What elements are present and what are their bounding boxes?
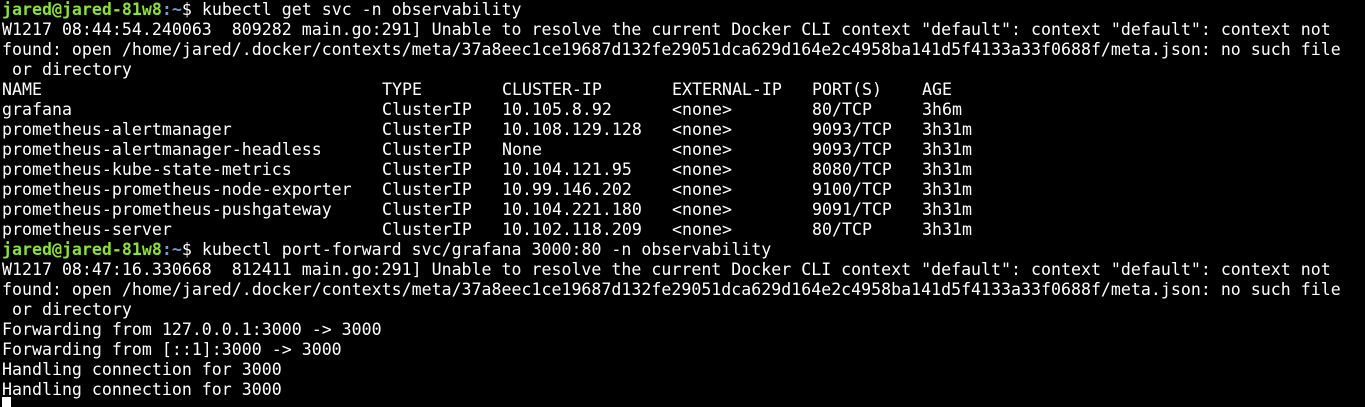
table-cell: 80/TCP xyxy=(812,220,872,239)
output-line: Handling connection for 3000 xyxy=(2,360,282,379)
table-cell: prometheus-alertmanager xyxy=(2,120,232,139)
table-cell: 10.108.129.128 xyxy=(502,120,642,139)
table-row: prometheus-kube-state-metrics ClusterIP 10… xyxy=(2,160,1365,180)
prompt-path: :~ xyxy=(161,240,182,259)
table-cell: 9093/TCP xyxy=(812,120,892,139)
table-cell: prometheus-kube-state-metrics xyxy=(2,160,292,179)
table-cell: 9100/TCP xyxy=(812,180,892,199)
output-line: Forwarding from 127.0.0.1:3000 -> 3000 xyxy=(2,320,382,339)
prompt-symbol: $ xyxy=(181,0,192,19)
table-cell: 3h31m xyxy=(922,160,972,179)
table-cell: prometheus-prometheus-node-exporter xyxy=(2,180,352,199)
prompt-user-host: jared@jared-81w8 xyxy=(2,240,162,259)
table-cell: ClusterIP xyxy=(382,120,472,139)
warning-line: W1217 08:47:16.330668 812411 main.go:291… xyxy=(2,260,1331,279)
table-cell: 3h31m xyxy=(922,120,972,139)
table-cell: <none> xyxy=(672,180,732,199)
table-cell: 10.99.146.202 xyxy=(502,180,632,199)
table-cell: 9091/TCP xyxy=(812,200,892,219)
warning-line: found: open /home/jared/.docker/contexts… xyxy=(2,40,1341,59)
terminal-window[interactable]: jared@jared-81w8:~$ kubectl get svc -n o… xyxy=(0,0,1365,407)
column-header: AGE xyxy=(922,80,952,99)
table-cell: <none> xyxy=(672,140,732,159)
table-cell: ClusterIP xyxy=(382,220,472,239)
table-cell: ClusterIP xyxy=(382,180,472,199)
output-line: Forwarding from [::1]:3000 -> 3000 xyxy=(2,340,342,359)
table-row: prometheus-alertmanager-headless ClusterI… xyxy=(2,140,1365,160)
table-cell: 10.105.8.92 xyxy=(502,100,612,119)
table-cell: prometheus-server xyxy=(2,220,172,239)
table-cell: 8080/TCP xyxy=(812,160,892,179)
table-cell: 10.102.118.209 xyxy=(502,220,642,239)
table-row: prometheus-prometheus-pushgateway Cluster… xyxy=(2,200,1365,220)
command-text: kubectl port-forward svc/grafana 3000:80… xyxy=(191,240,772,259)
table-cell: 10.104.221.180 xyxy=(502,200,642,219)
output-line: Handling connection for 3000 xyxy=(2,380,282,399)
table-cell: 3h31m xyxy=(922,220,972,239)
table-cell: prometheus-prometheus-pushgateway xyxy=(2,200,332,219)
table-cell: prometheus-alertmanager-headless xyxy=(2,140,322,159)
table-cell: <none> xyxy=(672,160,732,179)
table-cell: 80/TCP xyxy=(812,100,872,119)
prompt-user-host: jared@jared-81w8 xyxy=(2,0,162,19)
warning-line: W1217 08:44:54.240063 809282 main.go:291… xyxy=(2,20,1331,39)
table-row: prometheus-prometheus-node-exporter Clust… xyxy=(2,180,1365,200)
table-cell: None xyxy=(502,140,542,159)
column-header: EXTERNAL-IP xyxy=(672,80,782,99)
services-table: NAME TYPE CLUSTER-IP EXTERNAL-IP PORT(S)… xyxy=(2,80,1365,240)
warning-line: or directory xyxy=(2,60,132,79)
table-cell: <none> xyxy=(672,120,732,139)
terminal-cursor xyxy=(2,397,11,407)
prompt-path: :~ xyxy=(161,0,182,19)
table-row: prometheus-server ClusterIP 10.102.118.209… xyxy=(2,220,1365,240)
table-cell: 3h31m xyxy=(922,140,972,159)
table-cell: <none> xyxy=(672,200,732,219)
table-cell: 3h31m xyxy=(922,200,972,219)
column-header: CLUSTER-IP xyxy=(502,80,602,99)
prompt-line-get-svc: jared@jared-81w8:~$ kubectl get svc -n o… xyxy=(2,0,1365,20)
table-cell: ClusterIP xyxy=(382,200,472,219)
table-cell: ClusterIP xyxy=(382,140,472,159)
prompt-line-port-forward: jared@jared-81w8:~$ kubectl port-forward… xyxy=(2,240,1365,260)
warning-line: found: open /home/jared/.docker/contexts… xyxy=(2,280,1341,299)
column-header: PORT(S) xyxy=(812,80,882,99)
table-cell: 9093/TCP xyxy=(812,140,892,159)
table-cell: <none> xyxy=(672,220,732,239)
table-cell: ClusterIP xyxy=(382,100,472,119)
table-cell: ClusterIP xyxy=(382,160,472,179)
table-cell: <none> xyxy=(672,100,732,119)
command-text: kubectl get svc -n observability xyxy=(191,0,522,19)
table-header-row: NAME TYPE CLUSTER-IP EXTERNAL-IP PORT(S)… xyxy=(2,80,1365,100)
column-header: TYPE xyxy=(382,80,422,99)
table-row: grafana ClusterIP 10.105.8.92 <none> 80/TCP 3… xyxy=(2,100,1365,120)
table-cell: 10.104.121.95 xyxy=(502,160,632,179)
warning-line: or directory xyxy=(2,300,132,319)
table-cell: 3h31m xyxy=(922,180,972,199)
table-cell: grafana xyxy=(2,100,72,119)
table-row: prometheus-alertmanager ClusterIP 10.108.1… xyxy=(2,120,1365,140)
table-cell: 3h6m xyxy=(922,100,962,119)
prompt-symbol: $ xyxy=(181,240,192,259)
column-header: NAME xyxy=(2,80,42,99)
